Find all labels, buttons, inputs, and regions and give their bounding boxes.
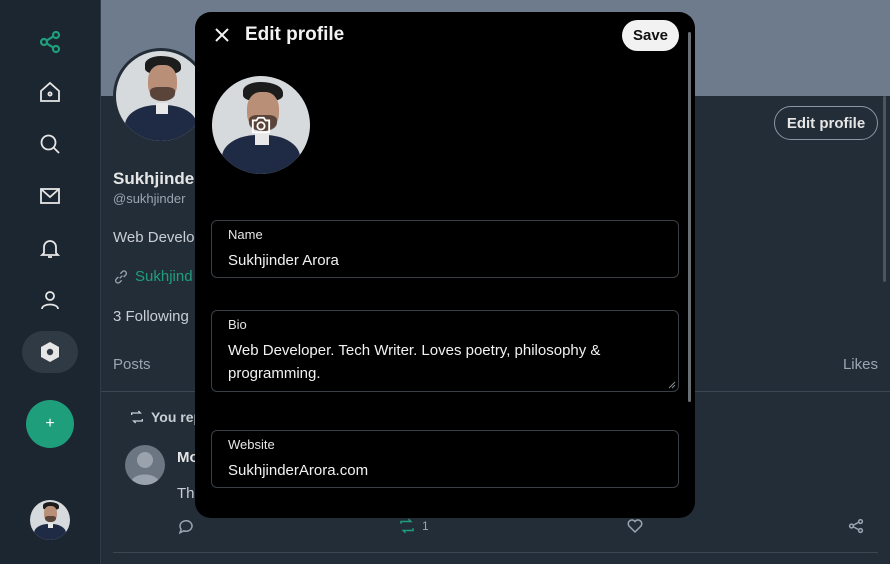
camera-icon[interactable] <box>249 114 273 136</box>
repost-indicator: You rep <box>129 409 202 425</box>
name-input[interactable]: Sukhjinder Arora <box>228 249 658 272</box>
share-network-icon[interactable] <box>27 21 73 63</box>
bio-textarea[interactable]: Web Developer. Tech Writer. Loves poetry… <box>228 339 658 385</box>
profile-link[interactable]: Sukhjind <box>113 268 193 285</box>
user-handle: @sukhjinder <box>113 191 186 206</box>
default-avatar-icon <box>130 452 160 485</box>
comment-icon <box>178 520 193 535</box>
modal-title: Edit profile <box>245 24 345 45</box>
following-count[interactable]: 3 Following <box>113 308 189 325</box>
search-icon[interactable] <box>27 123 73 165</box>
name-label: Name <box>228 227 263 242</box>
close-icon <box>215 28 229 42</box>
save-button[interactable]: Save <box>622 20 679 51</box>
compose-label: + <box>45 415 55 432</box>
like-button[interactable] <box>626 517 644 535</box>
resize-grip-icon[interactable] <box>668 381 676 389</box>
reply-button[interactable] <box>177 517 195 535</box>
repost-icon <box>400 518 414 534</box>
link-icon <box>115 269 127 284</box>
share-button[interactable] <box>847 517 865 535</box>
profile-bio: Web Develop <box>113 229 203 246</box>
repost-icon <box>131 410 143 424</box>
share-icon <box>848 518 864 534</box>
sidebar-avatar[interactable] <box>30 500 70 540</box>
compose-button[interactable]: + <box>26 400 74 448</box>
name-field[interactable]: Name Sukhjinder Arora <box>211 220 679 278</box>
mail-icon[interactable] <box>27 175 73 217</box>
settings-hex-icon[interactable] <box>22 331 78 373</box>
repost-count: 1 <box>422 519 429 533</box>
bio-label: Bio <box>228 317 247 332</box>
repost-button[interactable]: 1 <box>398 517 429 535</box>
edit-profile-button[interactable]: Edit profile <box>774 106 878 140</box>
tab-likes[interactable]: Likes <box>843 356 878 373</box>
bell-icon[interactable] <box>27 227 73 269</box>
website-field[interactable]: Website SukhjinderArora.com <box>211 430 679 488</box>
website-label: Website <box>228 437 275 452</box>
heart-icon <box>627 519 643 534</box>
sidebar: + <box>0 0 101 564</box>
edit-profile-modal: Edit profile Save Name Sukhjinder Arora … <box>195 12 695 518</box>
modal-scrollbar[interactable] <box>688 32 691 402</box>
close-button[interactable] <box>211 24 233 46</box>
home-icon[interactable] <box>27 71 73 113</box>
profile-link-text: Sukhjind <box>135 268 193 285</box>
website-input[interactable]: SukhjinderArora.com <box>228 459 658 482</box>
page-scrollbar[interactable] <box>883 96 886 282</box>
modal-header: Edit profile Save <box>195 12 695 60</box>
tab-posts[interactable]: Posts <box>113 356 151 373</box>
post-divider <box>113 552 878 553</box>
user-icon[interactable] <box>27 279 73 321</box>
display-name: Sukhjinder <box>113 169 201 188</box>
post-text: Th <box>177 485 195 502</box>
post-avatar[interactable] <box>125 445 165 485</box>
bio-field[interactable]: Bio Web Developer. Tech Writer. Loves po… <box>211 310 679 392</box>
